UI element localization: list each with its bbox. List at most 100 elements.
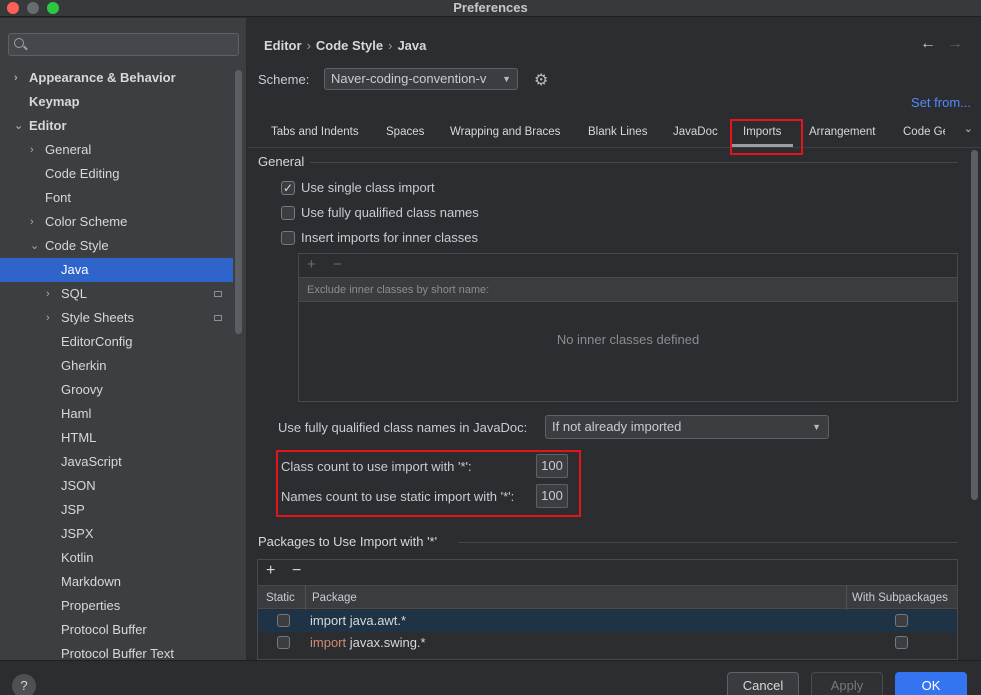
sidebar-item-label: Keymap bbox=[29, 94, 80, 109]
breadcrumb-editor[interactable]: Editor bbox=[264, 38, 302, 53]
chevron-right-icon[interactable]: › bbox=[14, 66, 24, 90]
tab-wrapping-and-braces[interactable]: Wrapping and Braces bbox=[450, 121, 560, 147]
help-button[interactable]: ? bbox=[12, 674, 36, 695]
sidebar-item-appearance-behavior[interactable]: › Appearance & Behavior bbox=[0, 66, 233, 90]
tab-spaces[interactable]: Spaces bbox=[386, 121, 424, 147]
title-bar: Preferences bbox=[0, 0, 981, 17]
cancel-button[interactable]: Cancel bbox=[727, 672, 799, 695]
sidebar-item-json[interactable]: JSON bbox=[0, 474, 233, 498]
column-package[interactable]: Package bbox=[312, 586, 357, 610]
settings-search-input[interactable] bbox=[8, 33, 239, 56]
sidebar-item-label: Groovy bbox=[61, 382, 103, 397]
sidebar-item-color-scheme[interactable]: › Color Scheme bbox=[0, 210, 233, 234]
sidebar-item-properties[interactable]: Properties bbox=[0, 594, 233, 618]
inner-classes-label: Insert imports for inner classes bbox=[301, 230, 479, 245]
tab-code-generation[interactable]: Code Ge bbox=[903, 121, 945, 147]
sidebar-item-keymap[interactable]: Keymap bbox=[0, 90, 233, 114]
sidebar-item-protocol-buffer[interactable]: Protocol Buffer bbox=[0, 618, 233, 642]
sidebar-item-label: JSP bbox=[61, 502, 85, 517]
settings-content: Editor › Code Style › Java ← → Scheme: Naver… bbox=[248, 18, 981, 660]
fully-qualified-checkbox[interactable] bbox=[281, 206, 295, 220]
sidebar-item-label: Font bbox=[45, 190, 72, 205]
sidebar-item-protocol-buffer-text[interactable]: Protocol Buffer Text bbox=[0, 642, 233, 660]
sidebar-scrollbar[interactable] bbox=[235, 70, 242, 334]
import-count-highlight bbox=[276, 450, 581, 517]
sidebar-item-markdown[interactable]: Markdown bbox=[0, 570, 233, 594]
remove-inner-class-button[interactable]: − bbox=[333, 256, 342, 273]
sidebar-item-label: Style Sheets bbox=[61, 310, 134, 325]
single-class-import-checkbox[interactable] bbox=[281, 179, 295, 197]
scheme-dropdown[interactable]: Naver-coding-convention-v ▼ bbox=[324, 68, 518, 90]
javadoc-dropdown[interactable]: If not already imported ▼ bbox=[545, 415, 829, 439]
tab-javadoc[interactable]: JavaDoc bbox=[673, 121, 718, 147]
sidebar-item-html[interactable]: HTML bbox=[0, 426, 233, 450]
sidebar-item-code-style[interactable]: ⌄ Code Style bbox=[0, 234, 233, 258]
sidebar-item-style-sheets[interactable]: › Style Sheets bbox=[0, 306, 233, 330]
chevron-down-icon: ▼ bbox=[502, 74, 511, 84]
sidebar-item-label: Editor bbox=[29, 118, 67, 133]
chevron-down-icon[interactable]: ⌄ bbox=[964, 122, 973, 135]
add-inner-class-button[interactable]: + bbox=[307, 256, 316, 273]
ok-button[interactable]: OK bbox=[895, 672, 967, 695]
inner-classes-checkbox[interactable] bbox=[281, 231, 295, 245]
remove-package-button[interactable]: − bbox=[292, 562, 301, 580]
chevron-down-icon[interactable]: ⌄ bbox=[14, 114, 24, 138]
column-with-subpackages[interactable]: With Subpackages bbox=[852, 586, 948, 610]
chevron-right-icon[interactable]: › bbox=[46, 282, 56, 306]
chevron-down-icon[interactable]: ⌄ bbox=[30, 234, 40, 258]
tab-tabs-and-indents[interactable]: Tabs and Indents bbox=[271, 121, 359, 147]
sidebar-item-label: Color Scheme bbox=[45, 214, 128, 229]
with-subpackages-checkbox[interactable] bbox=[895, 636, 908, 649]
sidebar-item-code-editing[interactable]: Code Editing bbox=[0, 162, 233, 186]
table-row[interactable]: import java.awt.* bbox=[258, 610, 957, 632]
sidebar-item-label: Properties bbox=[61, 598, 121, 613]
sidebar-item-sql[interactable]: › SQL bbox=[0, 282, 233, 306]
with-subpackages-checkbox[interactable] bbox=[895, 614, 908, 627]
tab-blank-lines[interactable]: Blank Lines bbox=[588, 121, 647, 147]
packages-toolbar: + − bbox=[258, 560, 957, 585]
sidebar-item-editorconfig[interactable]: EditorConfig bbox=[0, 330, 233, 354]
inner-classes-empty-text: No inner classes defined bbox=[556, 332, 700, 347]
content-scrollbar[interactable] bbox=[971, 150, 978, 500]
sidebar-item-java[interactable]: Java bbox=[0, 258, 233, 282]
chevron-right-icon[interactable]: › bbox=[30, 138, 40, 162]
apply-button[interactable]: Apply bbox=[811, 672, 883, 695]
window-title: Preferences bbox=[453, 0, 528, 15]
set-from-link[interactable]: Set from... bbox=[911, 95, 971, 110]
sidebar-item-groovy[interactable]: Groovy bbox=[0, 378, 233, 402]
sidebar-item-kotlin[interactable]: Kotlin bbox=[0, 546, 233, 570]
sidebar-item-general[interactable]: › General bbox=[0, 138, 233, 162]
column-static[interactable]: Static bbox=[266, 586, 295, 610]
static-checkbox[interactable] bbox=[277, 614, 290, 627]
settings-sidebar: › Appearance & Behavior Keymap ⌄ Editor › Gene… bbox=[0, 18, 247, 660]
packages-table-header: Static Package With Subpackages bbox=[258, 585, 957, 610]
sidebar-item-javascript[interactable]: JavaScript bbox=[0, 450, 233, 474]
static-checkbox[interactable] bbox=[277, 636, 290, 649]
settings-tree: › Appearance & Behavior Keymap ⌄ Editor › Gene… bbox=[0, 66, 233, 660]
breadcrumb: Editor › Code Style › Java bbox=[264, 38, 431, 53]
gear-icon[interactable]: ⚙ bbox=[534, 70, 548, 90]
single-class-import-label: Use single class import bbox=[301, 180, 435, 195]
inner-classes-panel: + − Exclude inner classes by short name:… bbox=[298, 253, 958, 402]
breadcrumb-separator: › bbox=[388, 38, 393, 53]
add-package-button[interactable]: + bbox=[266, 562, 275, 580]
breadcrumb-code-style[interactable]: Code Style bbox=[316, 38, 383, 53]
javadoc-value: If not already imported bbox=[552, 419, 682, 434]
back-arrow-icon[interactable]: ← bbox=[920, 35, 936, 53]
tab-arrangement[interactable]: Arrangement bbox=[809, 121, 875, 147]
sidebar-item-editor[interactable]: ⌄ Editor bbox=[0, 114, 233, 138]
table-row[interactable]: import javax.swing.* bbox=[258, 632, 957, 654]
sidebar-item-gherkin[interactable]: Gherkin bbox=[0, 354, 233, 378]
imports-tab-highlight bbox=[730, 119, 803, 155]
sidebar-item-jspx[interactable]: JSPX bbox=[0, 522, 233, 546]
sidebar-item-jsp[interactable]: JSP bbox=[0, 498, 233, 522]
sidebar-item-haml[interactable]: Haml bbox=[0, 402, 233, 426]
chevron-right-icon[interactable]: › bbox=[30, 210, 40, 234]
forward-arrow-icon[interactable]: → bbox=[947, 35, 963, 53]
sidebar-item-font[interactable]: Font bbox=[0, 186, 233, 210]
packages-table-panel: + − Static Package With Subpackages impo… bbox=[257, 559, 958, 660]
project-scheme-icon bbox=[214, 315, 222, 321]
chevron-right-icon[interactable]: › bbox=[46, 306, 56, 330]
sidebar-item-label: General bbox=[45, 142, 92, 157]
sidebar-item-label: EditorConfig bbox=[61, 334, 133, 349]
